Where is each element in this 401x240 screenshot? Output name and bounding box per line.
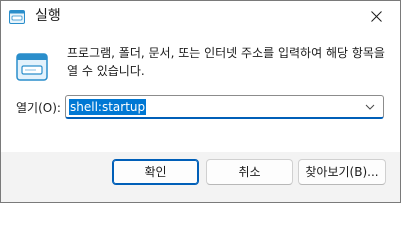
close-icon <box>371 11 382 22</box>
dialog-footer: 확인 취소 찾아보기(B)... <box>1 152 400 202</box>
ok-button[interactable]: 확인 <box>112 159 199 185</box>
run-dialog-icon <box>16 53 48 81</box>
window-title: 실행 <box>35 8 61 24</box>
title-bar[interactable]: 실행 <box>1 1 400 33</box>
chevron-down-icon[interactable] <box>365 103 375 111</box>
dialog-description: 프로그램, 폴더, 문서, 또는 인터넷 주소를 입력하여 해당 항목을 열 수… <box>67 46 385 78</box>
run-dialog: 실행 프로그램, 폴더, 문서, 또는 인터넷 주소를 입력하여 해당 항목을 … <box>0 0 401 203</box>
open-combobox[interactable]: shell:startup <box>65 95 384 119</box>
close-button[interactable] <box>354 1 400 33</box>
open-field-label: 열기(O): <box>16 101 61 115</box>
cancel-button[interactable]: 취소 <box>206 159 293 185</box>
browse-button[interactable]: 찾아보기(B)... <box>298 159 386 185</box>
dialog-content: 프로그램, 폴더, 문서, 또는 인터넷 주소를 입력하여 해당 항목을 열 수… <box>1 33 400 152</box>
open-input[interactable]: shell:startup <box>69 99 147 115</box>
run-dialog-icon <box>9 10 25 24</box>
